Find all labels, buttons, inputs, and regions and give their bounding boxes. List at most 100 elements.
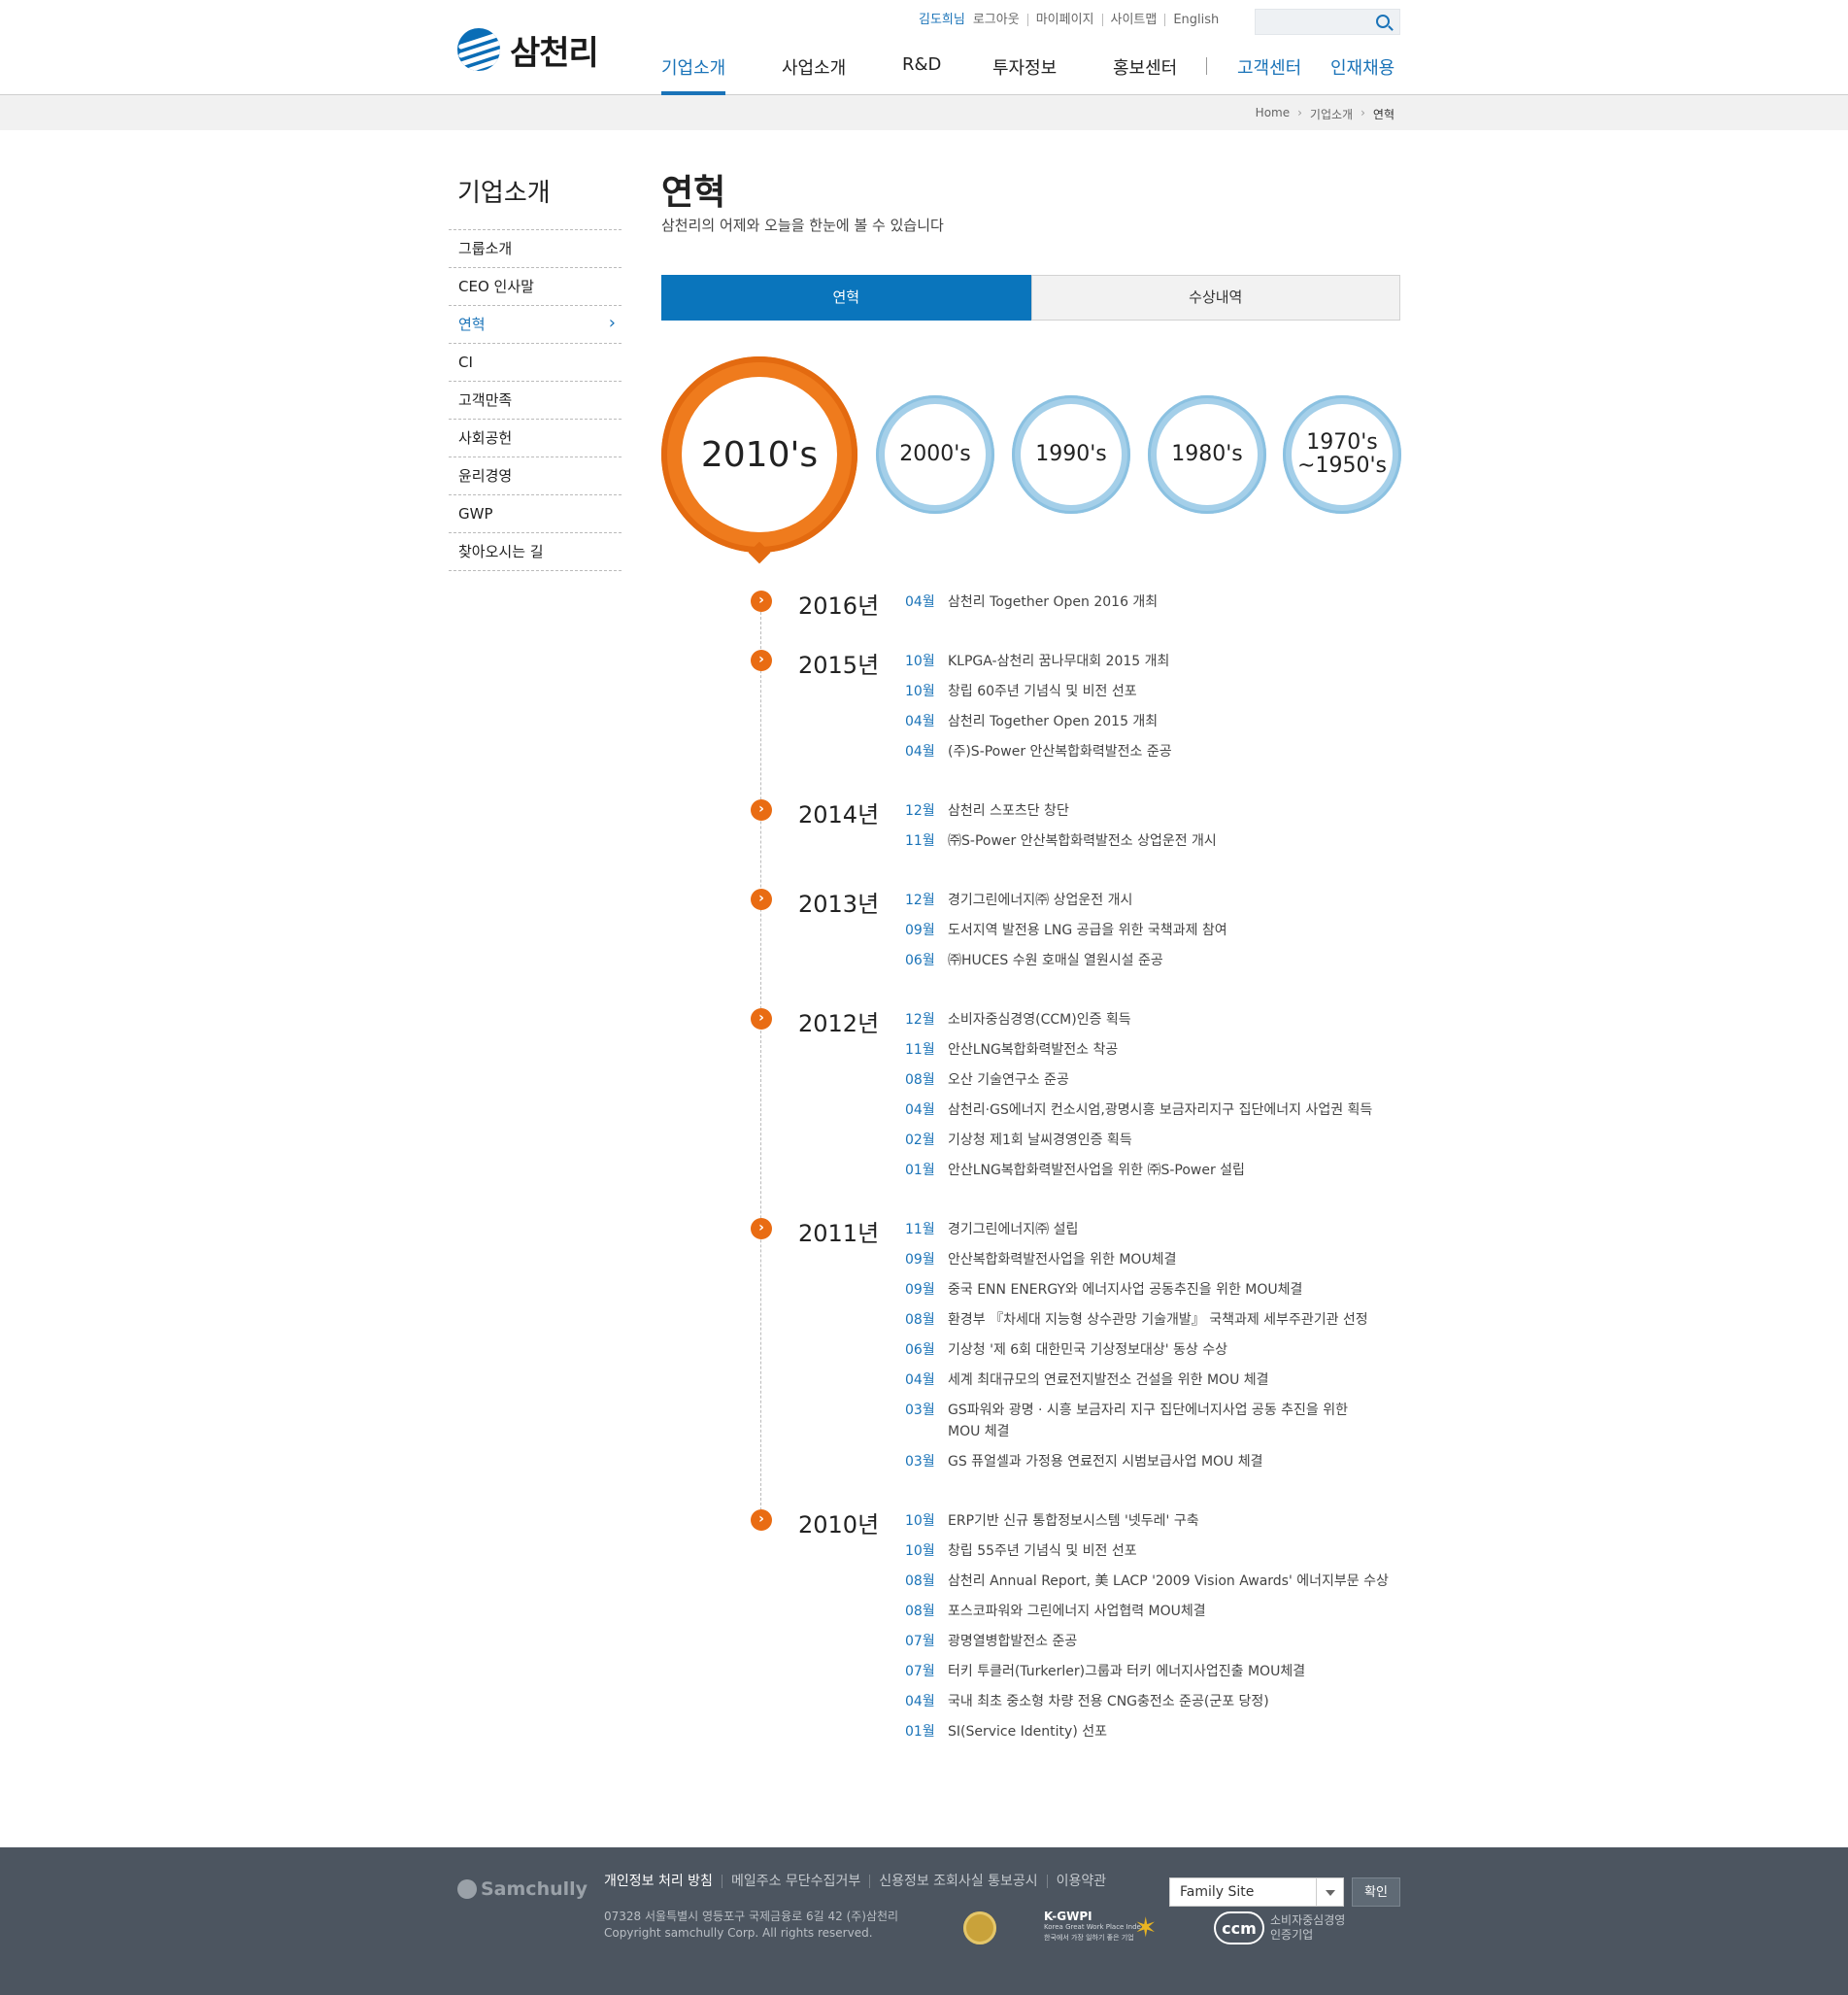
chevron-right-icon: › — [751, 650, 772, 671]
decade-1970s-1950s-button[interactable]: 1970's ~1950's — [1283, 395, 1401, 514]
chevron-right-icon: › — [751, 1509, 772, 1531]
event-month: 08월 — [905, 1072, 935, 1088]
timeline-event: 04월 삼천리 Together Open 2016 개최 — [905, 592, 1158, 613]
nav-recruit[interactable]: 인재채용 — [1330, 54, 1394, 95]
star-logo-icon: ✶ — [1134, 1911, 1158, 1944]
decade-label: 1970's ~1950's — [1292, 404, 1393, 505]
sidebar-menu: 그룹소개 CEO 인사말 연혁 CI 고객만족 사회공헌 윤리경영 GWP 찾아… — [449, 229, 622, 571]
sidebar-title: 기업소개 — [457, 179, 551, 208]
event-text: 중국 ENN ENERGY와 에너지사업 공동추진을 위한 MOU체결 — [948, 1282, 1303, 1298]
email-refusal-link[interactable]: 메일주소 무단수집거부 — [721, 1875, 869, 1888]
timeline-event: 10월 ERP기반 신규 통합정보시스템 '넷두레' 구축 — [905, 1510, 1199, 1532]
decade-1990s-button[interactable]: 1990's — [1012, 395, 1130, 514]
chevron-right-icon: › — [751, 591, 772, 612]
sidebar-item-ceo[interactable]: CEO 인사말 — [449, 268, 622, 306]
sidebar-item-social-contribution[interactable]: 사회공헌 — [449, 420, 622, 457]
nav-pr[interactable]: 홍보센터 — [1113, 54, 1177, 95]
timeline-event: 03월 GS파워와 광명 · 시흥 보금자리 지구 집단에너지사업 공동 추진을 … — [905, 1400, 1348, 1442]
nav-investor[interactable]: 투자정보 — [992, 54, 1057, 95]
search-icon[interactable] — [1376, 15, 1390, 28]
nav-company[interactable]: 기업소개 — [661, 54, 726, 95]
event-month: 09월 — [905, 1282, 935, 1298]
family-site-confirm-button[interactable]: 확인 — [1352, 1877, 1400, 1907]
timeline-event: 08월 환경부 『차세대 지능형 상수관망 기술개발』 국책과제 세부주관기관 선… — [905, 1309, 1368, 1331]
event-month: 08월 — [905, 1573, 935, 1589]
year-label: 2010년 — [798, 1511, 880, 1539]
samchully-logo-icon — [457, 28, 500, 71]
logout-link[interactable]: 로그아웃 — [973, 14, 1027, 26]
tab-awards[interactable]: 수상내역 — [1030, 275, 1400, 321]
year-label: 2015년 — [798, 652, 880, 679]
timeline-event: 02월 기상청 제1회 날씨경영인증 획득 — [905, 1130, 1132, 1151]
event-month: 08월 — [905, 1312, 935, 1328]
sitemap-link[interactable]: 사이트맵 — [1101, 14, 1165, 26]
breadcrumb-section[interactable]: 기업소개 — [1310, 106, 1353, 122]
event-text: ㈜HUCES 수원 호매실 열원시설 준공 — [948, 953, 1163, 968]
mypage-link[interactable]: 마이페이지 — [1026, 14, 1102, 26]
search-input[interactable] — [1256, 10, 1362, 34]
timeline-event: 01월 SI(Service Identity) 선포 — [905, 1721, 1107, 1742]
nav-customer[interactable]: 고객센터 — [1237, 54, 1301, 95]
timeline-event: 09월 도서지역 발전용 LNG 공급을 위한 국책과제 참여 — [905, 920, 1227, 941]
ccm-logo: ccm — [1214, 1911, 1264, 1944]
family-site-select[interactable]: Family Site — [1169, 1877, 1344, 1907]
breadcrumb-home[interactable]: Home — [1256, 106, 1290, 122]
event-month: 03월 — [905, 1403, 935, 1418]
active-pointer-icon — [748, 541, 771, 564]
nav-divider — [1206, 57, 1207, 75]
decade-label: 2000's — [885, 404, 986, 505]
sidebar-item-history[interactable]: 연혁 — [449, 304, 622, 344]
sidebar-item-customer-satisfaction[interactable]: 고객만족 — [449, 382, 622, 420]
tab-history[interactable]: 연혁 — [661, 275, 1031, 321]
english-link[interactable]: English — [1164, 14, 1226, 26]
timeline-line — [760, 602, 761, 1515]
sidebar-item-ethics[interactable]: 윤리경영 — [449, 457, 622, 495]
ccm-badge: ccm 소비자중심경영 인증기업 — [1214, 1911, 1345, 1944]
footer-address: 07328 서울특별시 영등포구 국제금융로 6길 42 (주)삼천리 Copy… — [604, 1909, 898, 1942]
timeline-event: 04월 국내 최초 중소형 차량 전용 CNG충전소 준공(군포 당정) — [905, 1691, 1269, 1712]
event-month: 12월 — [905, 1012, 935, 1028]
credit-info-link[interactable]: 신용정보 조회사실 통보공시 — [869, 1875, 1046, 1888]
footer-logo-text: Samchully — [481, 1878, 588, 1900]
event-month: 10월 — [905, 1543, 935, 1559]
event-text: 삼천리 Together Open 2015 개최 — [948, 714, 1159, 729]
timeline-event: 04월 (주)S-Power 안산복합화력발전소 준공 — [905, 741, 1172, 762]
privacy-policy-link[interactable]: 개인정보 처리 방침 — [604, 1875, 722, 1888]
chevron-right-icon: › — [751, 1218, 772, 1239]
event-text: 소비자중심경영(CCM)인증 획득 — [948, 1012, 1131, 1028]
event-text: GS 퓨얼셀과 가정용 연료전지 시범보급사업 MOU 체결 — [948, 1454, 1263, 1470]
event-month: 12월 — [905, 803, 935, 819]
footer-logo: Samchully — [457, 1878, 588, 1900]
breadcrumb-bar — [0, 95, 1848, 130]
timeline-event: 10월 창립 55주년 기념식 및 비전 선포 — [905, 1540, 1137, 1562]
sidebar-item-group[interactable]: 그룹소개 — [449, 230, 622, 268]
terms-link[interactable]: 이용약관 — [1046, 1875, 1116, 1888]
nav-rnd[interactable]: R&D — [902, 54, 941, 95]
timeline-event: 08월 포스코파워와 그린에너지 사업협력 MOU체결 — [905, 1601, 1206, 1622]
event-text: 터키 투클러(Turkerler)그룹과 터키 에너지사업진출 MOU체결 — [948, 1664, 1306, 1679]
decade-2010s-button[interactable]: 2010's — [661, 356, 857, 564]
event-month: 03월 — [905, 1454, 935, 1470]
timeline-event: 12월 삼천리 스포츠단 창단 — [905, 800, 1069, 822]
chevron-down-icon[interactable] — [1316, 1878, 1343, 1906]
event-text: 기상청 제1회 날씨경영인증 획득 — [948, 1133, 1132, 1148]
sidebar-item-gwp[interactable]: GWP — [449, 495, 622, 533]
event-month: 06월 — [905, 953, 935, 968]
decade-2000s-button[interactable]: 2000's — [876, 395, 994, 514]
chevron-right-icon: › — [751, 1008, 772, 1030]
event-text: ERP기반 신규 통합정보시스템 '넷두레' 구축 — [948, 1513, 1199, 1529]
page-title: 연혁 — [661, 173, 726, 213]
tab-bar: 연혁 수상내역 — [661, 275, 1400, 321]
sidebar-item-ci[interactable]: CI — [449, 344, 622, 382]
decade-1980s-button[interactable]: 1980's — [1148, 395, 1266, 514]
event-text: 안산LNG복합화력발전사업을 위한 ㈜S-Power 설립 — [948, 1163, 1245, 1178]
decade-label: 2010's — [682, 377, 837, 532]
year-label: 2013년 — [798, 891, 880, 918]
event-text: 광명열병합발전소 준공 — [948, 1634, 1078, 1649]
timeline-event: 04월 삼천리 Together Open 2015 개최 — [905, 711, 1158, 732]
breadcrumb-current: 연혁 — [1372, 108, 1394, 121]
event-text: 국내 최초 중소형 차량 전용 CNG충전소 준공(군포 당정) — [948, 1694, 1269, 1709]
logo[interactable]: 삼천리 — [457, 27, 599, 73]
nav-business[interactable]: 사업소개 — [782, 54, 846, 95]
sidebar-item-directions[interactable]: 찾아오시는 길 — [449, 533, 622, 571]
